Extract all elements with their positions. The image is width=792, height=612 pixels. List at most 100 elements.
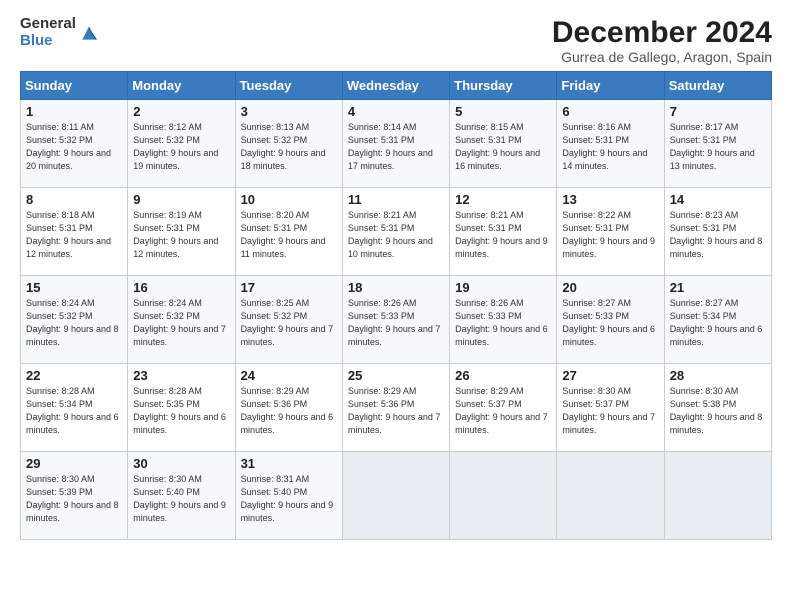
logo: General Blue	[20, 16, 100, 49]
day-number: 18	[348, 280, 444, 295]
daylight-text: Daylight: 9 hours and 6 minutes.	[133, 412, 226, 435]
sunrise-text: Sunrise: 8:25 AM	[241, 298, 310, 308]
sunset-text: Sunset: 5:33 PM	[348, 311, 415, 321]
table-row: 14 Sunrise: 8:23 AM Sunset: 5:31 PM Dayl…	[664, 188, 771, 276]
sunrise-text: Sunrise: 8:28 AM	[133, 386, 202, 396]
sunset-text: Sunset: 5:31 PM	[562, 223, 629, 233]
day-number: 31	[241, 456, 337, 471]
daylight-text: Daylight: 9 hours and 8 minutes.	[26, 324, 119, 347]
day-number: 10	[241, 192, 337, 207]
table-row: 10 Sunrise: 8:20 AM Sunset: 5:31 PM Dayl…	[235, 188, 342, 276]
sunrise-text: Sunrise: 8:19 AM	[133, 210, 202, 220]
sunset-text: Sunset: 5:31 PM	[670, 135, 737, 145]
logo-blue: Blue	[20, 33, 76, 50]
daylight-text: Daylight: 9 hours and 6 minutes.	[670, 324, 763, 347]
day-number: 19	[455, 280, 551, 295]
day-number: 30	[133, 456, 229, 471]
daylight-text: Daylight: 9 hours and 17 minutes.	[348, 148, 433, 171]
sunset-text: Sunset: 5:37 PM	[562, 399, 629, 409]
sunset-text: Sunset: 5:32 PM	[241, 311, 308, 321]
table-row: 31 Sunrise: 8:31 AM Sunset: 5:40 PM Dayl…	[235, 452, 342, 540]
sunrise-text: Sunrise: 8:20 AM	[241, 210, 310, 220]
sunrise-text: Sunrise: 8:16 AM	[562, 122, 631, 132]
header-saturday: Saturday	[664, 72, 771, 100]
day-number: 13	[562, 192, 658, 207]
calendar-week-2: 8 Sunrise: 8:18 AM Sunset: 5:31 PM Dayli…	[21, 188, 772, 276]
daylight-text: Daylight: 9 hours and 7 minutes.	[348, 324, 441, 347]
daylight-text: Daylight: 9 hours and 10 minutes.	[348, 236, 433, 259]
daylight-text: Daylight: 9 hours and 7 minutes.	[562, 412, 655, 435]
sunrise-text: Sunrise: 8:29 AM	[348, 386, 417, 396]
table-row: 4 Sunrise: 8:14 AM Sunset: 5:31 PM Dayli…	[342, 100, 449, 188]
sunrise-text: Sunrise: 8:31 AM	[241, 474, 310, 484]
table-row: 5 Sunrise: 8:15 AM Sunset: 5:31 PM Dayli…	[450, 100, 557, 188]
table-row: 29 Sunrise: 8:30 AM Sunset: 5:39 PM Dayl…	[21, 452, 128, 540]
sunrise-text: Sunrise: 8:27 AM	[562, 298, 631, 308]
sunrise-text: Sunrise: 8:14 AM	[348, 122, 417, 132]
daylight-text: Daylight: 9 hours and 6 minutes.	[455, 324, 548, 347]
day-number: 12	[455, 192, 551, 207]
header-friday: Friday	[557, 72, 664, 100]
sunrise-text: Sunrise: 8:29 AM	[241, 386, 310, 396]
sunset-text: Sunset: 5:32 PM	[133, 311, 200, 321]
sunset-text: Sunset: 5:39 PM	[26, 487, 93, 497]
daylight-text: Daylight: 9 hours and 20 minutes.	[26, 148, 111, 171]
calendar-subtitle: Gurrea de Gallego, Aragon, Spain	[552, 49, 772, 65]
daylight-text: Daylight: 9 hours and 14 minutes.	[562, 148, 647, 171]
sunrise-text: Sunrise: 8:21 AM	[348, 210, 417, 220]
table-row	[557, 452, 664, 540]
sunset-text: Sunset: 5:32 PM	[133, 135, 200, 145]
sunrise-text: Sunrise: 8:15 AM	[455, 122, 524, 132]
daylight-text: Daylight: 9 hours and 9 minutes.	[562, 236, 655, 259]
table-row: 27 Sunrise: 8:30 AM Sunset: 5:37 PM Dayl…	[557, 364, 664, 452]
sunrise-text: Sunrise: 8:11 AM	[26, 122, 94, 132]
calendar-table: Sunday Monday Tuesday Wednesday Thursday…	[20, 71, 772, 540]
logo-general: General	[20, 16, 76, 33]
sunset-text: Sunset: 5:31 PM	[455, 223, 522, 233]
calendar-week-3: 15 Sunrise: 8:24 AM Sunset: 5:32 PM Dayl…	[21, 276, 772, 364]
sunrise-text: Sunrise: 8:29 AM	[455, 386, 524, 396]
table-row: 3 Sunrise: 8:13 AM Sunset: 5:32 PM Dayli…	[235, 100, 342, 188]
daylight-text: Daylight: 9 hours and 6 minutes.	[26, 412, 119, 435]
sunset-text: Sunset: 5:36 PM	[348, 399, 415, 409]
sunrise-text: Sunrise: 8:30 AM	[562, 386, 631, 396]
daylight-text: Daylight: 9 hours and 11 minutes.	[241, 236, 326, 259]
calendar-week-1: 1 Sunrise: 8:11 AM Sunset: 5:32 PM Dayli…	[21, 100, 772, 188]
table-row: 30 Sunrise: 8:30 AM Sunset: 5:40 PM Dayl…	[128, 452, 235, 540]
day-number: 14	[670, 192, 766, 207]
table-row: 18 Sunrise: 8:26 AM Sunset: 5:33 PM Dayl…	[342, 276, 449, 364]
day-number: 11	[348, 192, 444, 207]
sunset-text: Sunset: 5:33 PM	[562, 311, 629, 321]
day-number: 5	[455, 104, 551, 119]
table-row	[664, 452, 771, 540]
table-row: 26 Sunrise: 8:29 AM Sunset: 5:37 PM Dayl…	[450, 364, 557, 452]
sunrise-text: Sunrise: 8:18 AM	[26, 210, 95, 220]
calendar-header-row: Sunday Monday Tuesday Wednesday Thursday…	[21, 72, 772, 100]
day-number: 22	[26, 368, 122, 383]
table-row	[450, 452, 557, 540]
table-row: 7 Sunrise: 8:17 AM Sunset: 5:31 PM Dayli…	[664, 100, 771, 188]
day-number: 25	[348, 368, 444, 383]
daylight-text: Daylight: 9 hours and 7 minutes.	[241, 324, 334, 347]
table-row: 2 Sunrise: 8:12 AM Sunset: 5:32 PM Dayli…	[128, 100, 235, 188]
calendar-title: December 2024	[552, 16, 772, 49]
sunrise-text: Sunrise: 8:26 AM	[348, 298, 417, 308]
day-number: 4	[348, 104, 444, 119]
sunset-text: Sunset: 5:34 PM	[670, 311, 737, 321]
sunrise-text: Sunrise: 8:13 AM	[241, 122, 310, 132]
table-row: 25 Sunrise: 8:29 AM Sunset: 5:36 PM Dayl…	[342, 364, 449, 452]
sunset-text: Sunset: 5:32 PM	[26, 135, 93, 145]
header-tuesday: Tuesday	[235, 72, 342, 100]
logo-icon	[78, 22, 100, 44]
daylight-text: Daylight: 9 hours and 7 minutes.	[455, 412, 548, 435]
daylight-text: Daylight: 9 hours and 8 minutes.	[670, 236, 763, 259]
day-number: 15	[26, 280, 122, 295]
table-row: 11 Sunrise: 8:21 AM Sunset: 5:31 PM Dayl…	[342, 188, 449, 276]
sunrise-text: Sunrise: 8:24 AM	[133, 298, 202, 308]
table-row: 22 Sunrise: 8:28 AM Sunset: 5:34 PM Dayl…	[21, 364, 128, 452]
sunset-text: Sunset: 5:31 PM	[348, 135, 415, 145]
table-row: 16 Sunrise: 8:24 AM Sunset: 5:32 PM Dayl…	[128, 276, 235, 364]
table-row: 20 Sunrise: 8:27 AM Sunset: 5:33 PM Dayl…	[557, 276, 664, 364]
header-monday: Monday	[128, 72, 235, 100]
table-row: 28 Sunrise: 8:30 AM Sunset: 5:38 PM Dayl…	[664, 364, 771, 452]
